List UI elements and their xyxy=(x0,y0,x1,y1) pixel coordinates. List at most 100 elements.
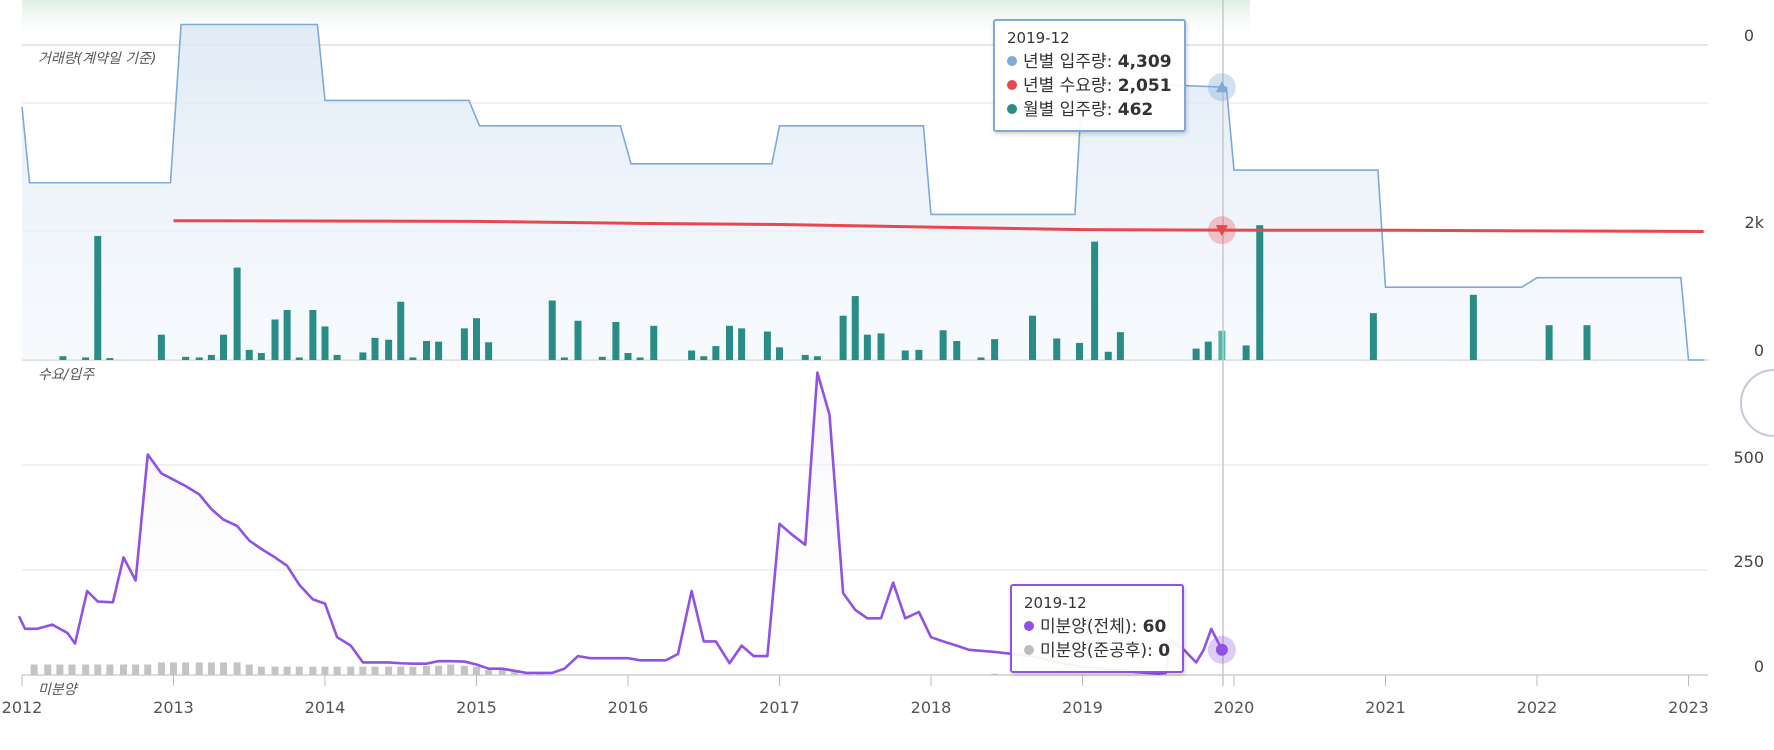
monthly-supply-bar xyxy=(359,352,367,360)
monthly-supply-bar xyxy=(257,353,265,360)
monthly-supply-bar xyxy=(1116,332,1124,360)
monthly-supply-bar xyxy=(863,334,871,360)
top-y-tick-0: 0 xyxy=(1744,26,1754,45)
monthly-supply-bar xyxy=(1469,294,1477,360)
monthly-supply-bar xyxy=(219,334,227,360)
monthly-supply-bar xyxy=(598,356,606,360)
annual-supply-dot-icon xyxy=(1007,56,1017,66)
monthly-supply-bar xyxy=(939,330,947,360)
monthly-supply-bar xyxy=(1369,313,1377,360)
mid-y-tick-0: 0 xyxy=(1754,341,1764,360)
x-tick-label: 2015 xyxy=(456,698,497,717)
x-tick-label: 2021 xyxy=(1365,698,1406,717)
x-tick-label: 2016 xyxy=(608,698,649,717)
tooltip-date: 2019-12 xyxy=(1024,594,1087,612)
monthly-supply-bar xyxy=(1545,325,1553,360)
monthly-supply-bar xyxy=(423,341,431,360)
x-tick-label: 2022 xyxy=(1517,698,1558,717)
tooltip-row-unsold-total: 미분양(전체): 60 xyxy=(1024,615,1170,639)
x-tick-label: 2017 xyxy=(759,698,800,717)
monthly-supply-bar xyxy=(712,346,720,360)
monthly-supply-bar xyxy=(1053,338,1061,360)
monthly-supply-bar xyxy=(1218,330,1226,360)
monthly-supply-bar xyxy=(636,357,644,360)
tooltip-row-annual-supply: 년별 입주량: 4,309 xyxy=(1007,50,1172,74)
monthly-supply-bar xyxy=(207,354,215,360)
monthly-supply-bar xyxy=(245,349,253,360)
monthly-supply-bar xyxy=(1192,348,1200,360)
monthly-supply-bar xyxy=(283,309,291,360)
monthly-supply-bar xyxy=(624,353,632,360)
monthly-supply-bar xyxy=(915,349,923,360)
annual-supply-area xyxy=(21,23,1704,361)
annual-demand-dot-icon xyxy=(1007,80,1017,90)
monthly-supply-bar xyxy=(371,337,379,360)
x-tick-label: 2014 xyxy=(305,698,346,717)
monthly-supply-bar xyxy=(560,357,568,360)
monthly-supply-bar xyxy=(839,315,847,360)
monthly-supply-bar xyxy=(1075,342,1083,360)
x-tick-label: 2018 xyxy=(911,698,952,717)
monthly-supply-bar xyxy=(1204,341,1212,360)
monthly-supply-bar xyxy=(813,356,821,360)
x-tick-label: 2013 xyxy=(153,698,194,717)
monthly-supply-bar xyxy=(1242,345,1250,360)
bot-y-tick-500: 500 xyxy=(1733,448,1764,467)
monthly-supply-bar xyxy=(385,339,393,360)
annual-supply-area-fill xyxy=(22,24,1704,360)
monthly-supply-bar xyxy=(397,301,405,360)
monthly-supply-bar xyxy=(877,333,885,360)
monthly-supply-bar xyxy=(953,341,961,360)
supply-demand-chart: 0 거래량(계약일 기준) 수요/입주 미분양 2k 0 500 250 0 2… xyxy=(2,0,1774,717)
monthly-supply-bar xyxy=(106,358,114,360)
monthly-supply-bar xyxy=(295,357,303,360)
monthly-supply-bar xyxy=(182,356,190,360)
monthly-supply-dot-icon xyxy=(1007,104,1017,114)
tooltip-row-annual-demand: 년별 수요량: 2,051 xyxy=(1007,74,1172,98)
supply-tooltip: 2019-12 년별 입주량: 4,309 년별 수요량: 2,051 월별 입… xyxy=(993,19,1186,132)
monthly-supply-bar xyxy=(485,342,493,360)
tooltip-row-monthly-supply: 월별 입주량: 462 xyxy=(1007,98,1172,122)
monthly-supply-bar xyxy=(321,326,329,360)
monthly-supply-bar xyxy=(738,328,746,360)
top-panel-label: 거래량(계약일 기준) xyxy=(38,51,156,67)
unsold-total-marker xyxy=(1215,643,1228,656)
tooltip-date: 2019-12 xyxy=(1007,29,1070,47)
monthly-supply-bar xyxy=(59,356,67,360)
monthly-supply-bar xyxy=(851,296,859,360)
unsold-completed-dot-icon xyxy=(1024,645,1034,655)
x-axis: 2012 2013 2014 2015 2016 2017 2018 2019 2020 2021… xyxy=(2,675,1709,717)
monthly-supply-bar xyxy=(82,357,90,360)
monthly-supply-bar xyxy=(688,350,696,360)
monthly-supply-bar xyxy=(548,300,556,360)
unsold-total-dot-icon xyxy=(1024,621,1034,631)
monthly-supply-bar xyxy=(94,235,102,360)
monthly-supply-bar xyxy=(1091,241,1099,360)
scroll-handle-icon[interactable] xyxy=(1740,369,1774,437)
monthly-supply-bar xyxy=(195,357,203,360)
monthly-supply-bar xyxy=(1583,325,1591,360)
x-tick-label: 2020 xyxy=(1214,698,1255,717)
monthly-supply-bar xyxy=(1029,315,1037,360)
monthly-supply-bar xyxy=(763,331,771,360)
monthly-supply-bar xyxy=(650,325,658,360)
monthly-supply-bar xyxy=(612,322,620,360)
monthly-supply-bar xyxy=(409,357,417,360)
monthly-supply-bar xyxy=(233,267,241,360)
monthly-supply-bar xyxy=(991,339,999,360)
monthly-supply-bar xyxy=(309,309,317,360)
bottom-panel-label: 미분양 xyxy=(38,682,79,698)
monthly-supply-bar xyxy=(460,328,468,360)
monthly-supply-bar xyxy=(574,320,582,360)
mid-y-tick-2k: 2k xyxy=(1745,213,1765,232)
monthly-supply-bar xyxy=(801,354,809,360)
x-tick-label: 2023 xyxy=(1668,698,1709,717)
monthly-supply-bar xyxy=(473,318,480,360)
monthly-supply-bar xyxy=(700,356,708,360)
monthly-supply-bar xyxy=(1104,351,1112,360)
monthly-supply-bar xyxy=(271,319,279,360)
monthly-supply-bar xyxy=(977,357,985,360)
tooltip-row-unsold-completed: 미분양(준공후): 0 xyxy=(1024,639,1170,663)
monthly-supply-bar xyxy=(726,325,734,360)
monthly-supply-bar xyxy=(435,341,443,360)
